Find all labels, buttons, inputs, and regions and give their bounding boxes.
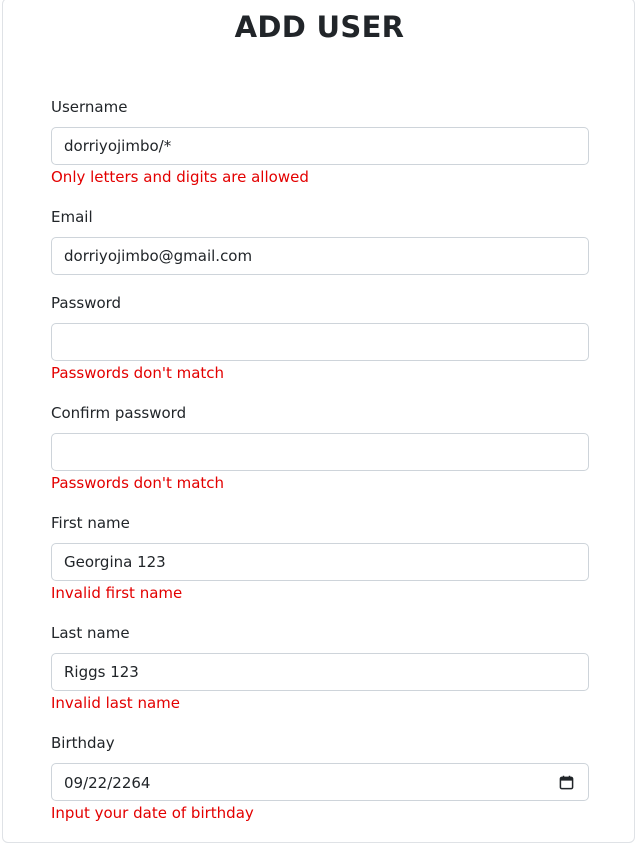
first-name-label: First name: [51, 514, 130, 532]
birthday-value: 09/22/2264: [64, 774, 151, 792]
password-field[interactable]: [51, 323, 589, 361]
page-title: ADD USER: [234, 10, 405, 44]
first-name-field[interactable]: [51, 543, 589, 581]
birthday-date-field[interactable]: 09/22/2264: [51, 763, 589, 801]
last-name-field[interactable]: [51, 653, 589, 691]
calendar-icon[interactable]: [559, 775, 574, 790]
password-label: Password: [51, 294, 122, 312]
birthday-error: Input your date of birthday: [51, 804, 254, 822]
email-label: Email: [51, 208, 93, 226]
last-name-label: Last name: [51, 624, 130, 642]
username-field[interactable]: [51, 127, 589, 165]
confirm-password-label: Confirm password: [51, 404, 187, 422]
confirm-password-error: Passwords don't match: [51, 474, 225, 492]
confirm-password-field[interactable]: [51, 433, 589, 471]
email-field[interactable]: [51, 237, 589, 275]
username-error: Only letters and digits are allowed: [51, 168, 309, 186]
last-name-error: Invalid last name: [51, 694, 180, 712]
username-label: Username: [51, 98, 128, 116]
first-name-error: Invalid first name: [51, 584, 183, 602]
password-error: Passwords don't match: [51, 364, 225, 382]
birthday-label: Birthday: [51, 734, 115, 752]
